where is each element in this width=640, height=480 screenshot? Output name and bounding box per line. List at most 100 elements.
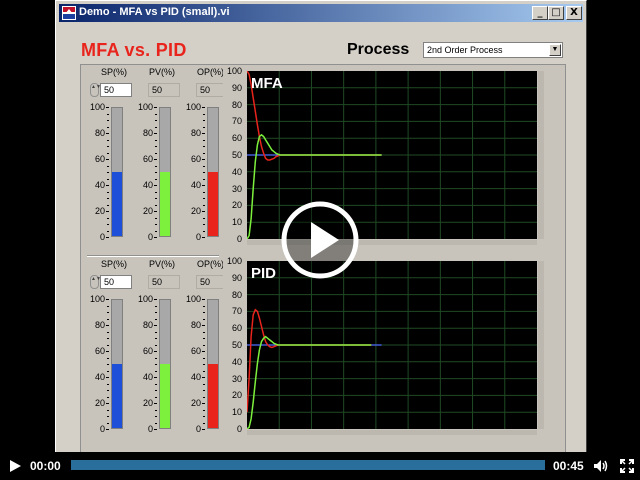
- scale-minor-tick: [155, 370, 157, 372]
- scale-minor-tick: [107, 396, 109, 398]
- scale-minor-tick: [203, 198, 205, 199]
- play-icon[interactable]: [8, 459, 22, 473]
- graph-tick-label: 90: [231, 82, 242, 93]
- scale-minor-tick: [155, 178, 157, 180]
- scale-tick-label: 60: [190, 154, 201, 164]
- scale-tick-mark: [154, 159, 157, 160]
- scale-minor-tick: [107, 331, 109, 333]
- scale-minor-tick: [107, 113, 109, 115]
- scale-tick-label: 60: [94, 154, 105, 164]
- fullscreen-icon[interactable]: [620, 459, 634, 473]
- scale-tick-label: 80: [142, 128, 153, 138]
- video-frame: Demo - MFA vs PID (small).vi _ □ X MFA v…: [0, 0, 640, 480]
- scale-minor-tick: [155, 172, 157, 173]
- scale-minor-tick: [203, 331, 205, 333]
- window-titlebar: Demo - MFA vs PID (small).vi _ □ X: [59, 4, 583, 22]
- pid-graph-scrollbar[interactable]: [247, 430, 537, 435]
- maximize-button[interactable]: □: [548, 6, 564, 20]
- graph-tick-label: 50: [231, 150, 242, 160]
- scale-tick-label: 0: [147, 424, 153, 434]
- pid-graph: 100 90 80 70 60 50 40 30 20 10 0 PID: [223, 256, 545, 435]
- scale-tick-label: 60: [142, 154, 153, 164]
- scale-tick-mark: [202, 185, 205, 186]
- scale-tick-mark: [154, 351, 157, 352]
- scale-minor-tick: [107, 312, 109, 313]
- labview-app-icon: [62, 6, 76, 20]
- duration: 00:45: [553, 459, 584, 473]
- pid-sp-scale: 100 80 60 40 20 0: [87, 294, 109, 434]
- scale-tick-mark: [106, 211, 109, 212]
- scale-minor-tick: [107, 357, 109, 359]
- scale-minor-tick: [203, 318, 205, 320]
- scale-minor-tick: [107, 178, 109, 180]
- pid-sp-value[interactable]: 50: [100, 275, 132, 289]
- scale-tick-label: 100: [137, 102, 153, 112]
- mfa-graph-vscroll[interactable]: [538, 71, 544, 239]
- minimize-button[interactable]: _: [532, 6, 548, 20]
- scale-minor-tick: [203, 217, 205, 219]
- scale-tick-mark: [154, 133, 157, 134]
- scale-minor-tick: [107, 318, 109, 320]
- scale-minor-tick: [107, 416, 109, 417]
- mfa-sp-label: SP(%): [101, 67, 128, 77]
- scale-minor-tick: [107, 390, 109, 391]
- current-time: 00:00: [30, 459, 61, 473]
- graph-tick-label: 40: [231, 356, 242, 367]
- scale-minor-tick: [107, 217, 109, 219]
- mfa-sp-scale: 100 80 60 40 20 0: [87, 102, 109, 242]
- scale-minor-tick: [155, 126, 157, 128]
- scale-tick-mark: [202, 211, 205, 212]
- scale-minor-tick: [155, 338, 157, 339]
- scale-tick-mark: [202, 377, 205, 378]
- pid-sp-slider[interactable]: [111, 299, 123, 429]
- scale-minor-tick: [107, 198, 109, 199]
- mfa-sp-increment-icon[interactable]: ▲▼: [90, 83, 101, 97]
- scale-minor-tick: [107, 204, 109, 206]
- progress-bar[interactable]: [71, 460, 545, 470]
- volume-icon[interactable]: [593, 459, 609, 473]
- scale-tick-mark: [202, 325, 205, 326]
- graph-tick-label: 0: [236, 234, 242, 244]
- scale-minor-tick: [203, 338, 205, 339]
- scale-minor-tick: [203, 312, 205, 313]
- pid-plot-svg: [246, 261, 537, 430]
- mfa-sp-value[interactable]: 50: [100, 83, 132, 97]
- pid-graph-vscroll[interactable]: [538, 261, 544, 429]
- scale-minor-tick: [203, 178, 205, 180]
- scale-tick-label: 80: [94, 128, 105, 138]
- mfa-sp-slider[interactable]: [111, 107, 123, 237]
- scale-minor-tick: [203, 409, 205, 411]
- scale-tick-label: 100: [137, 294, 153, 304]
- scale-tick-mark: [202, 299, 205, 300]
- chevron-down-icon[interactable]: ▼: [549, 44, 561, 56]
- scale-minor-tick: [107, 126, 109, 128]
- pid-sp-increment-icon[interactable]: ▲▼: [90, 275, 101, 289]
- scale-minor-tick: [203, 113, 205, 115]
- scale-tick-label: 20: [190, 206, 201, 216]
- scale-tick-mark: [106, 351, 109, 352]
- scale-tick-mark: [106, 159, 109, 160]
- scale-tick-label: 40: [142, 372, 153, 382]
- pid-pv-scale: 100 80 60 40 20 0: [135, 294, 157, 434]
- scale-tick-mark: [106, 237, 109, 238]
- scale-minor-tick: [203, 357, 205, 359]
- scale-minor-tick: [155, 305, 157, 307]
- scale-tick-mark: [202, 403, 205, 404]
- scale-minor-tick: [203, 224, 205, 225]
- scale-tick-label: 80: [190, 128, 201, 138]
- scale-minor-tick: [107, 370, 109, 372]
- mfa-op-fill: [208, 172, 218, 236]
- scale-minor-tick: [155, 422, 157, 424]
- play-overlay-icon[interactable]: [280, 200, 360, 280]
- mfa-pv-fill: [160, 172, 170, 236]
- scale-tick-label: 0: [147, 232, 153, 242]
- close-button[interactable]: X: [566, 6, 582, 20]
- scale-minor-tick: [107, 230, 109, 232]
- scale-tick-label: 100: [89, 102, 105, 112]
- pid-op-fill: [208, 364, 218, 428]
- scale-tick-label: 0: [99, 232, 105, 242]
- scale-minor-tick: [107, 364, 109, 365]
- pid-op-trace: [246, 308, 372, 413]
- process-select[interactable]: 2nd Order Process ▼: [423, 42, 563, 58]
- scale-tick-label: 20: [142, 206, 153, 216]
